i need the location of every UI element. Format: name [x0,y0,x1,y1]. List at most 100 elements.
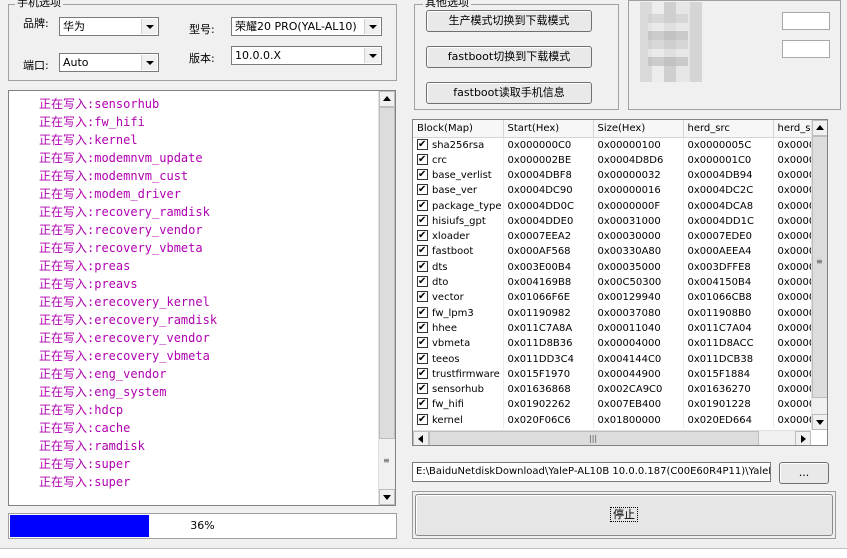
log-vertical-scrollbar[interactable]: ≡ [378,91,395,505]
scroll-down-icon[interactable] [812,414,827,430]
table-vertical-scrollbar[interactable]: ≡ [811,120,827,430]
checkbox[interactable] [417,198,428,213]
table-cell: 0x00037080 [593,305,684,321]
prod-to-download-button[interactable]: 生产模式切换到下载模式 [426,10,592,32]
checkbox[interactable] [417,244,428,258]
version-select[interactable]: 10.0.0.X [231,46,382,65]
table-cell: 0x00000016 [593,183,684,199]
table-vscroll-thumb[interactable] [812,136,827,398]
blurred-input-2[interactable] [782,40,830,58]
scroll-up-icon[interactable] [379,91,395,107]
checkbox[interactable] [417,397,428,411]
port-select[interactable]: Auto [59,53,159,72]
checkbox[interactable] [417,336,428,350]
blurred-input-1[interactable] [782,12,830,30]
checkbox[interactable] [417,305,428,320]
checkbox[interactable] [417,168,428,182]
scroll-left-icon[interactable] [413,431,429,445]
table-horizontal-scrollbar[interactable]: ||| [413,430,811,445]
log-line: 正在写入:modemnvm_update [39,151,203,165]
stop-button[interactable]: 停止 [415,494,833,536]
scroll-right-icon[interactable] [795,431,811,445]
grip-icon: ≡ [816,257,823,266]
checkbox[interactable] [417,260,428,274]
checkbox[interactable] [417,214,428,228]
chevron-down-icon[interactable] [364,19,380,34]
block-name-cell: kernel [413,412,504,428]
column-header[interactable]: herd_src [683,120,774,138]
table-row[interactable]: hhee0x011C7A8A0x000110400x011C7A040x0000 [413,320,824,337]
table-cell: 0x0004DC90 [503,183,594,199]
block-name-cell: dto [413,274,504,291]
chevron-down-icon[interactable] [141,19,157,34]
log-output[interactable]: 正在写入:sensorhub 正在写入:fw_hifi 正在写入:kernel 正在写… [8,90,396,506]
table-row[interactable]: dto0x004169B80x00C503000x004150B40x0000 [413,274,824,291]
table-cell: 0x01800000 [593,412,684,428]
checkbox[interactable] [417,367,428,381]
table-row[interactable]: kernel0x020F06C60x018000000x020ED6640x00… [413,412,824,428]
log-line: 正在写入:erecovery_vbmeta [39,349,210,363]
block-name: kernel [432,414,463,426]
chevron-down-icon[interactable] [364,48,380,63]
table-row[interactable]: fw_hifi0x019022620x007EB4000x019012280x0… [413,397,824,413]
table-row[interactable]: fw_lpm30x011909820x000370800x011908B00x0… [413,305,824,321]
table-cell: 0x01190982 [503,305,594,321]
table-cell: 0x0007EDE0 [683,228,774,245]
scroll-up-icon[interactable] [812,120,827,136]
scroll-down-icon[interactable] [379,489,395,505]
firmware-path-input[interactable]: E:\BaiduNetdiskDownload\YaleP-AL10B 10.0… [412,462,771,482]
table-cell: 0x011C7A04 [683,320,774,337]
model-select[interactable]: 荣耀20 PRO(YAL-AL10) [231,17,382,36]
fastboot-to-download-button[interactable]: fastboot切换到下载模式 [426,46,592,68]
table-row[interactable]: fastboot0x000AF5680x00330A800x000AEEA40x… [413,244,824,260]
brand-label: 品牌: [23,17,49,30]
partition-table[interactable]: Block(Map) Start(Hex) Size(Hex) herd_src… [412,119,828,446]
table-row[interactable]: hisiufs_gpt 0x0004DDE00x000310000x0004DD1… [413,213,824,229]
table-row[interactable]: vbmeta0x011D8B360x000040000x011D8ACC0x00… [413,336,824,352]
table-row[interactable]: base_verlist 0x0004DBF80x000000320x0004DB… [413,167,824,184]
block-name-cell: fw_hifi [413,397,504,413]
table-cell: 0x011C7A8A [503,320,594,337]
version-label: 版本: [189,52,215,65]
port-select-value: Auto [63,56,89,69]
fastboot-read-info-button[interactable]: fastboot读取手机信息 [426,82,592,104]
log-scroll-thumb[interactable] [379,107,395,439]
checkbox[interactable] [417,382,428,396]
column-header[interactable]: Start(Hex) [503,120,594,138]
table-row[interactable]: sensorhub0x016368680x002CA9C00x016362700… [413,381,824,398]
table-row[interactable]: teeos0x011DD3C40x004144C00x011DCB380x000… [413,351,824,367]
table-row[interactable]: package_type0x0004DD0C0x0000000F0x0004DC… [413,198,824,214]
table-cell: 0x00011040 [593,320,684,337]
table-cell: 0x003DFFE8 [683,259,774,275]
brand-select[interactable]: 华为 [59,17,159,36]
table-row[interactable]: xloader0x0007EEA20x000300000x0007EDE00x0… [413,228,824,245]
checkbox[interactable] [417,321,428,335]
checkbox[interactable] [417,413,428,427]
checkbox[interactable] [417,229,428,243]
log-line: 正在写入:kernel [39,133,138,147]
table-cell: 0x00000032 [593,167,684,184]
checkbox[interactable] [417,153,428,167]
table-row[interactable]: sha256rsa0x000000C00x000001000x0000005C0… [413,137,824,153]
block-name: crc [432,154,447,166]
checkbox[interactable] [417,183,428,197]
checkbox[interactable] [417,137,428,152]
column-header[interactable]: Block(Map) [413,120,504,138]
table-cell: 0x0004D8D6 [593,152,684,168]
table-row[interactable]: crc0x000002BE0x0004D8D60x000001C00x0000 [413,152,824,168]
table-row[interactable]: base_ver0x0004DC900x000000160x0004DC2C0x… [413,183,824,199]
table-row[interactable]: dts0x003E00B40x000350000x003DFFE80x0000 [413,259,824,275]
checkbox[interactable] [417,351,428,366]
log-line: 正在写入:eng_system [39,385,167,399]
chevron-down-icon[interactable] [141,55,157,70]
checkbox[interactable] [417,290,428,304]
browse-button[interactable]: ... [779,462,829,484]
table-row[interactable]: trustfirmware0x015F19700x000449000x015F1… [413,366,824,382]
checkbox[interactable] [417,275,428,289]
table-cell: 0x011D8B36 [503,336,594,352]
table-row[interactable]: vector0x01066F6E0x001299400x01066CB80x00… [413,290,824,306]
column-header[interactable]: Size(Hex) [593,120,684,138]
log-line: 正在写入:hdcp [39,403,124,417]
block-name-cell: base_verlist [413,167,504,184]
block-name-cell: package_type [413,198,504,214]
